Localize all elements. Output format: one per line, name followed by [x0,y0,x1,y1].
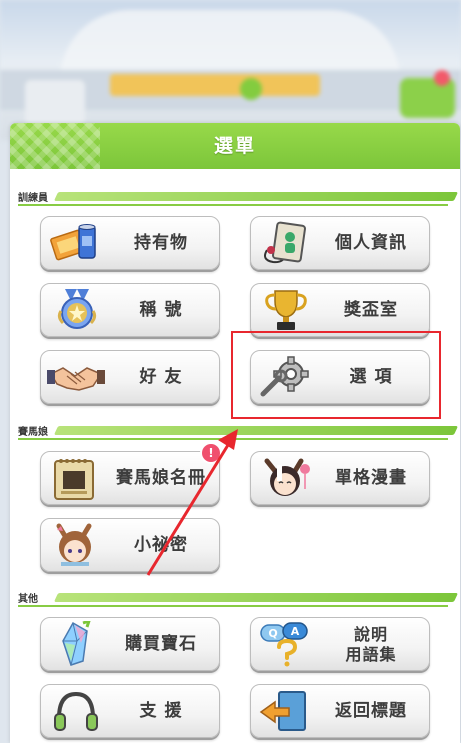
id-card-icon [264,221,306,264]
svg-text:A: A [291,625,300,638]
character-portrait-icon [264,458,310,496]
svg-text:Q: Q [268,627,277,640]
titles-label: 稱 號 [139,300,183,320]
section-umamusume: 賽馬娘 [18,423,459,440]
friends-button[interactable]: 好 友 [40,350,220,404]
roster-button[interactable]: 賽馬娘名冊 [40,451,220,505]
medal-icon [57,289,97,329]
character-portrait-icon [56,523,92,566]
roster-notification-badge: ! [200,442,222,464]
return-title-label: 返回標題 [335,701,407,721]
support-label: 支 援 [139,701,183,721]
help-glossary-label: 說明 用語集 [319,625,423,665]
profile-button[interactable]: 個人資訊 [250,216,430,270]
comic-button[interactable]: 單格漫畫 [250,451,430,505]
notebook-icon [54,459,94,500]
help-glossary-button[interactable]: Q A 說明 用語集 [250,617,430,671]
gem-icon [62,621,91,666]
section-other-label: 其他 [18,594,42,605]
qa-bubble-icon: Q A [260,622,308,667]
ticket-can-icon [50,224,96,261]
menu-title: 選單 [213,135,256,157]
handshake-icon [47,367,105,391]
items-button[interactable]: 持有物 [40,216,220,270]
buy-gems-button[interactable]: 購買寶石 [40,617,220,671]
buy-gems-label: 購買寶石 [125,634,197,654]
profile-label: 個人資訊 [335,233,407,253]
trophy-icon [265,290,307,330]
headset-icon [54,691,98,731]
support-button[interactable]: 支 援 [40,684,220,738]
menu-panel: 選單 訓練員 持有物 個人資訊 稱 號 獎盃室 好 友 選 項 賽馬娘 賽馬娘名… [10,123,460,743]
section-trainer: 訓練員 [18,189,459,206]
help-label-line2: 用語集 [345,645,397,664]
trophy-button[interactable]: 獎盃室 [250,283,430,337]
roster-label: 賽馬娘名冊 [116,468,206,488]
friends-label: 好 友 [139,367,183,387]
trophy-label: 獎盃室 [344,300,398,320]
secrets-label: 小祕密 [134,535,188,555]
options-highlight-box [231,331,441,419]
return-title-button[interactable]: 返回標題 [250,684,430,738]
menu-header: 選單 [10,123,460,169]
background-scene [0,0,461,140]
help-label-line1: 說明 [353,625,388,644]
section-trainer-label: 訓練員 [18,193,52,204]
titles-button[interactable]: 稱 號 [40,283,220,337]
comic-label: 單格漫畫 [335,468,407,488]
secrets-button[interactable]: 小祕密 [40,518,220,572]
section-other: 其他 [18,590,459,607]
items-label: 持有物 [134,233,188,253]
section-umamusume-label: 賽馬娘 [18,427,52,438]
door-arrow-icon [259,691,306,731]
